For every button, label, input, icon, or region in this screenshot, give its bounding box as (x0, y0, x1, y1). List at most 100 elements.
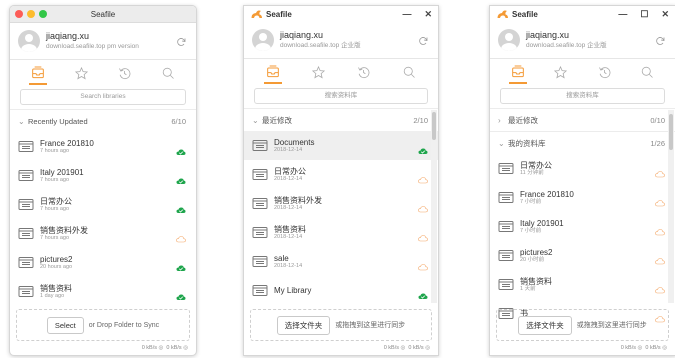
title-bar[interactable]: Seafile — ☐ ✕ (490, 6, 675, 22)
section-header[interactable]: ⌄ 我的资料库 1/26 (490, 131, 675, 154)
avatar[interactable] (498, 29, 520, 51)
account-header[interactable]: jiaqiang.xu download.seafile.top 企业版 (244, 22, 438, 59)
libraries-tab-icon[interactable] (508, 64, 527, 84)
section-header[interactable]: ⌄ 最近修改 2/10 (244, 108, 438, 131)
activity-tab-icon[interactable] (356, 64, 372, 80)
library-row[interactable]: Italy 201901 7 小时前 (490, 212, 675, 241)
library-row[interactable]: France 201810 7 小时前 (490, 183, 675, 212)
seafile-window: Seafile — ☐ ✕ jiaqiang.xu download.seafile.to… (489, 5, 675, 356)
account-header[interactable]: jiaqiang.xu download.seafile.top pm versi… (10, 23, 196, 60)
cloud-pending-icon[interactable] (655, 194, 665, 206)
library-row[interactable]: 销售资料外发 7 hours ago (10, 219, 196, 248)
scrollbar[interactable] (668, 110, 674, 303)
library-row[interactable]: My Library (244, 276, 438, 305)
minimize-icon[interactable]: — (402, 6, 411, 22)
library-time: 2018-12-14 (274, 175, 303, 182)
maximize-button[interactable] (39, 10, 47, 18)
tab-bar (10, 60, 196, 86)
title-bar[interactable]: Seafile (10, 6, 196, 23)
library-row[interactable]: France 201810 7 hours ago (10, 132, 196, 161)
window-title: Seafile (90, 9, 116, 19)
libraries-tab-icon[interactable] (28, 65, 47, 85)
library-row[interactable]: 日常办公 11 分钟前 (490, 154, 675, 183)
library-time: 7 小时前 (520, 227, 542, 234)
refresh-icon[interactable] (417, 34, 429, 46)
select-folder-button[interactable]: Select (46, 316, 84, 334)
cloud-synced-icon[interactable] (176, 288, 186, 300)
cloud-pending-icon[interactable] (176, 230, 186, 242)
scrollbar[interactable] (431, 110, 437, 303)
cloud-synced-icon[interactable] (418, 287, 428, 299)
library-row[interactable]: 日常办公 7 hours ago (10, 190, 196, 219)
activity-tab-icon[interactable] (117, 65, 133, 81)
section-label: Recently Updated (28, 116, 88, 126)
avatar[interactable] (18, 30, 40, 52)
search-tab-icon[interactable] (160, 65, 176, 81)
cloud-synced-icon[interactable] (418, 142, 428, 154)
library-icon (498, 278, 514, 291)
library-row[interactable]: 销售资料外发 2018-12-14 (244, 189, 438, 218)
library-row[interactable]: sale 2018-12-14 (244, 247, 438, 276)
drop-zone[interactable]: 选择文件夹 或拖拽到这里进行同步 (250, 309, 432, 341)
drop-zone[interactable]: 选择文件夹 或拖拽到这里进行同步 (496, 309, 669, 341)
library-row[interactable]: Italy 201901 7 hours ago (10, 161, 196, 190)
cloud-pending-icon[interactable] (655, 165, 665, 177)
seafile-logo-icon (496, 9, 509, 20)
cloud-synced-icon[interactable] (176, 143, 186, 155)
search-input[interactable]: 搜索资料库 (500, 88, 665, 104)
library-row[interactable]: 销售资料 1 day ago (10, 277, 196, 306)
maximize-icon[interactable]: ☐ (640, 6, 648, 22)
cloud-pending-icon[interactable] (418, 229, 428, 241)
refresh-icon[interactable] (175, 35, 187, 47)
close-icon[interactable]: ✕ (424, 6, 432, 22)
close-icon[interactable]: ✕ (661, 6, 669, 22)
cloud-synced-icon[interactable] (176, 259, 186, 271)
cloud-synced-icon[interactable] (176, 172, 186, 184)
refresh-icon[interactable] (654, 34, 666, 46)
library-row[interactable]: Documents 2018-12-14 (244, 131, 438, 160)
library-row[interactable]: 销售资料 2018-12-14 (244, 218, 438, 247)
library-name: France 201810 (520, 189, 574, 199)
cloud-pending-icon[interactable] (655, 252, 665, 264)
search-input[interactable]: Search libraries (20, 89, 186, 105)
library-row[interactable]: pictures2 20 小时前 (490, 241, 675, 270)
cloud-pending-icon[interactable] (655, 223, 665, 235)
cloud-synced-icon[interactable] (176, 201, 186, 213)
close-button[interactable] (15, 10, 23, 18)
cloud-pending-icon[interactable] (418, 258, 428, 270)
starred-tab-icon[interactable] (73, 65, 89, 81)
chevron-right-icon: › (498, 115, 501, 125)
library-row[interactable]: 销售资料 1 天前 (490, 270, 675, 299)
cloud-pending-icon[interactable] (418, 171, 428, 183)
upload-rate: 0 kB/s (383, 345, 399, 351)
select-folder-button[interactable]: 选择文件夹 (276, 315, 331, 335)
starred-tab-icon[interactable] (553, 64, 569, 80)
minimize-icon[interactable]: — (618, 6, 627, 22)
drop-hint: or Drop Folder to Sync (88, 321, 160, 329)
libraries-tab-icon[interactable] (263, 64, 282, 84)
starred-tab-icon[interactable] (310, 64, 326, 80)
account-header[interactable]: jiaqiang.xu download.seafile.top 企业版 (490, 22, 675, 59)
section-header[interactable]: › 最近修改 0/10 (490, 108, 675, 131)
library-time: 20 小时前 (520, 256, 545, 263)
search-tab-icon[interactable] (639, 64, 655, 80)
scrollbar-thumb[interactable] (432, 112, 436, 140)
section-header[interactable]: ⌄ Recently Updated 6/10 (10, 109, 196, 132)
select-folder-button[interactable]: 选择文件夹 (518, 315, 572, 335)
scrollbar-thumb[interactable] (669, 114, 673, 150)
drop-zone[interactable]: Select or Drop Folder to Sync (16, 309, 190, 341)
library-time: 7 小时前 (520, 198, 542, 205)
library-name: 销售资料外发 (274, 195, 322, 205)
search-input[interactable]: 搜索资料库 (254, 88, 428, 104)
cloud-pending-icon[interactable] (418, 200, 428, 212)
section-label: 最近修改 (262, 115, 292, 125)
cloud-pending-icon[interactable] (655, 281, 665, 293)
avatar[interactable] (252, 29, 274, 51)
library-row[interactable]: 日常办公 2018-12-14 (244, 160, 438, 189)
minimize-button[interactable] (27, 10, 35, 18)
title-bar[interactable]: Seafile — ✕ (244, 6, 438, 22)
library-time: 1 day ago (40, 292, 65, 299)
library-row[interactable]: pictures2 20 hours ago (10, 248, 196, 277)
search-tab-icon[interactable] (401, 64, 417, 80)
activity-tab-icon[interactable] (596, 64, 612, 80)
